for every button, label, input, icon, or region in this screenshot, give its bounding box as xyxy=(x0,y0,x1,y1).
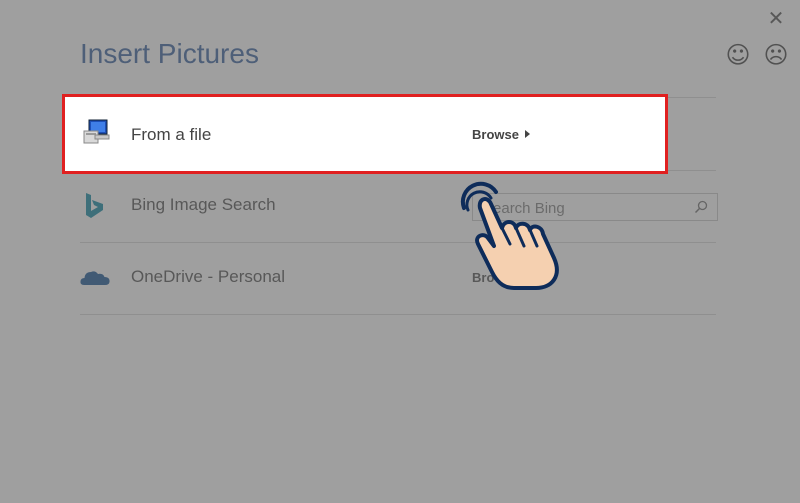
chevron-right-icon xyxy=(524,130,530,138)
onedrive-cloud-icon xyxy=(80,271,110,285)
search-icon[interactable] xyxy=(693,199,709,215)
bing-image-search-row: Bing Image Search xyxy=(80,171,718,243)
smile-feedback-icon[interactable]: ☺ xyxy=(725,42,751,68)
computer-icon xyxy=(83,119,110,144)
from-a-file-label: From a file xyxy=(131,125,212,144)
close-button[interactable]: ✕ xyxy=(764,6,788,30)
onedrive-personal-label: OneDrive - Personal xyxy=(131,267,286,286)
browse-file-link[interactable]: Browse xyxy=(472,127,530,142)
bing-image-search-label: Bing Image Search xyxy=(131,195,276,214)
bing-logo-icon xyxy=(86,193,103,218)
insert-pictures-dialog: ✕ Insert Pictures ☺ ☹ Bing Image Search … xyxy=(0,0,800,503)
pointing-hand-icon xyxy=(460,181,559,290)
dialog-title: Insert Pictures xyxy=(80,38,259,69)
onedrive-personal-row[interactable]: OneDrive - Personal Browse xyxy=(80,243,716,315)
frown-feedback-icon[interactable]: ☹ xyxy=(763,42,789,68)
from-a-file-row[interactable]: From a file Browse xyxy=(62,94,668,174)
